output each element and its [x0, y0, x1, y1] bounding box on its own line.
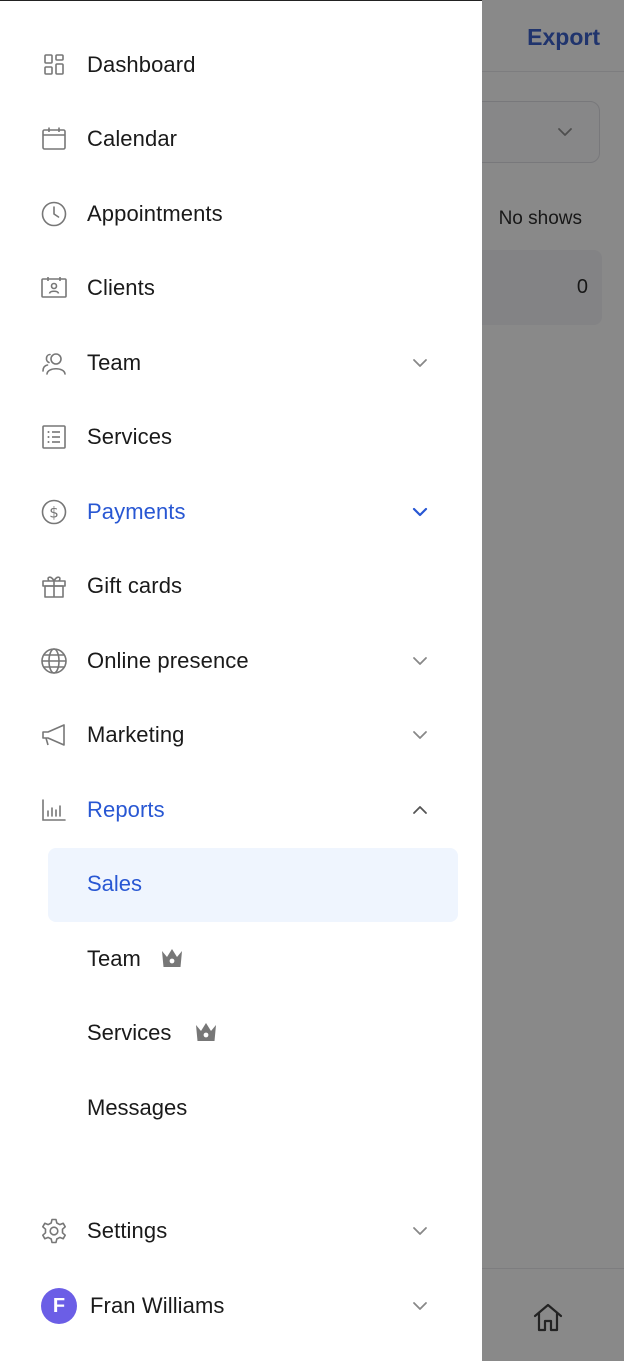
nav-item-online-presence[interactable]: Online presence	[0, 631, 482, 691]
nav-label-services: Services	[87, 424, 173, 449]
chevron-down-icon[interactable]	[409, 724, 431, 746]
nav-item-team[interactable]: Team	[0, 333, 482, 393]
crown-icon	[162, 949, 182, 967]
chevron-down-icon[interactable]	[409, 650, 431, 672]
chevron-down-icon[interactable]	[409, 1295, 431, 1317]
user-profile-item[interactable]: F Fran Williams	[0, 1276, 482, 1336]
navigation-drawer: Dashboard Calendar Appointments Clients …	[0, 0, 482, 1361]
sub-label-messages: Messages	[87, 1095, 188, 1120]
nav-label-appointments: Appointments	[87, 201, 223, 226]
chevron-down-icon[interactable]	[409, 501, 431, 523]
nav-label-team: Team	[87, 350, 142, 375]
reports-sub-item-services[interactable]: Services	[48, 997, 458, 1071]
user-name: Fran Williams	[90, 1293, 225, 1318]
sub-label-team: Team	[87, 946, 141, 971]
nav-item-dashboard[interactable]: Dashboard	[0, 35, 482, 95]
svg-text:$: $	[49, 504, 59, 522]
nav-label-online-presence: Online presence	[87, 648, 249, 673]
nav-item-clients[interactable]: Clients	[0, 258, 482, 318]
gift-icon	[40, 572, 68, 600]
dashboard-icon	[40, 51, 68, 79]
nav-label-calendar: Calendar	[87, 126, 178, 151]
globe-icon	[40, 647, 68, 675]
nav-item-appointments[interactable]: Appointments	[0, 184, 482, 244]
nav-item-gift-cards[interactable]: Gift cards	[0, 556, 482, 616]
nav-label-clients: Clients	[87, 275, 155, 300]
sub-label-services: Services	[87, 1020, 172, 1045]
nav-label-payments: Payments	[87, 499, 186, 524]
nav-label-dashboard: Dashboard	[87, 52, 196, 77]
reports-sub-item-sales[interactable]: Sales	[48, 848, 458, 922]
nav-item-payments[interactable]: $ Payments	[0, 482, 482, 542]
chevron-up-icon[interactable]	[409, 799, 431, 821]
gear-icon	[40, 1217, 68, 1245]
avatar: F	[41, 1288, 77, 1324]
sub-label-sales: Sales	[87, 871, 143, 896]
nav-label-settings: Settings	[87, 1218, 168, 1243]
nav-label-marketing: Marketing	[87, 722, 185, 747]
nav-label-reports: Reports	[87, 797, 165, 822]
megaphone-icon	[40, 721, 68, 749]
crown-icon	[196, 1023, 216, 1041]
chevron-down-icon[interactable]	[409, 1220, 431, 1242]
chevron-down-icon[interactable]	[409, 352, 431, 374]
team-icon	[40, 349, 68, 377]
services-list-icon	[40, 423, 68, 451]
nav-item-services[interactable]: Services	[0, 407, 482, 467]
nav-label-gift-cards: Gift cards	[87, 573, 183, 598]
nav-item-reports[interactable]: Reports	[0, 780, 482, 840]
nav-item-marketing[interactable]: Marketing	[0, 705, 482, 765]
nav-item-settings[interactable]: Settings	[0, 1201, 482, 1261]
bar-chart-icon	[40, 796, 68, 824]
nav-item-calendar[interactable]: Calendar	[0, 109, 482, 169]
client-card-icon	[40, 274, 68, 302]
calendar-icon	[40, 125, 68, 153]
clock-icon	[40, 200, 68, 228]
reports-sub-item-messages[interactable]: Messages	[48, 1072, 458, 1146]
reports-sub-item-team[interactable]: Team	[48, 923, 458, 997]
dollar-circle-icon: $	[40, 498, 68, 526]
